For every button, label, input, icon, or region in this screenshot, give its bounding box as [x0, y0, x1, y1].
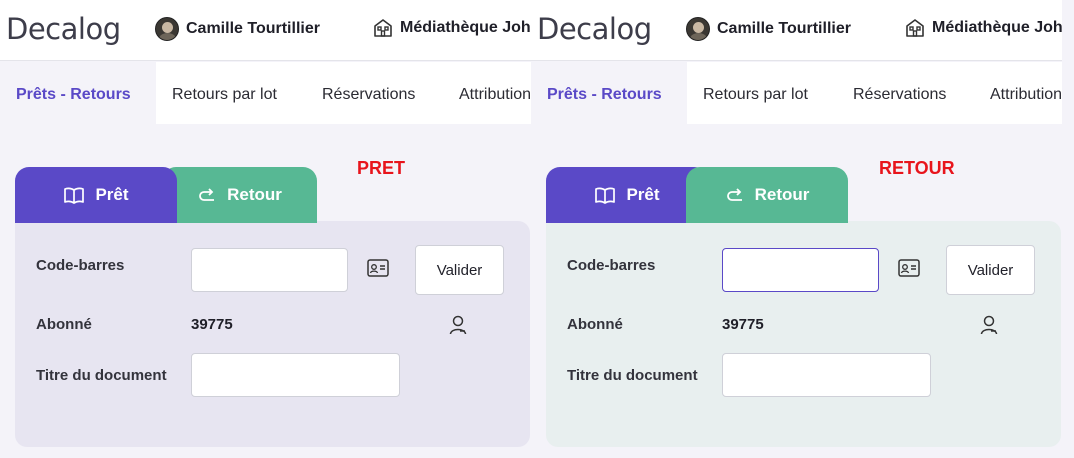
user-name: Camille Tourtillier [186, 20, 320, 37]
return-arrow-icon [199, 188, 215, 201]
return-form: Code-barres Valider Abonné 39775 Titre d… [546, 221, 1061, 447]
barcode-label: Code-barres [567, 257, 656, 274]
tab-retour-label: Retour [754, 185, 810, 204]
top-header: Decalog Camille Tourtillier Médiathèque … [531, 0, 1062, 61]
return-arrow-icon [726, 188, 742, 201]
retour-panel: Decalog Camille Tourtillier Médiathèque … [531, 0, 1062, 458]
library-building-icon [374, 19, 392, 37]
user-icon[interactable] [448, 314, 468, 336]
user-icon[interactable] [979, 314, 999, 336]
library-name: Médiathèque Johnny [932, 19, 1062, 36]
loan-form: Code-barres Valider Abonné 39775 Titre d… [15, 221, 530, 447]
validate-button[interactable]: Valider [946, 245, 1035, 295]
subscriber-value: 39775 [191, 316, 233, 333]
tab-retour[interactable]: Retour [162, 167, 317, 223]
decalog-logo[interactable]: Decalog [537, 12, 652, 46]
barcode-label: Code-barres [36, 257, 125, 274]
tab-reservations[interactable]: Réservations [853, 62, 946, 124]
user-menu[interactable]: Camille Tourtillier [155, 16, 320, 42]
document-title-label: Titre du document [567, 367, 698, 384]
main-nav: Prêts - Retours Retours par lot Réservat… [0, 62, 531, 124]
mode-annotation: PRET [357, 158, 406, 178]
tab-prets-retours[interactable]: Prêts - Retours [0, 62, 147, 124]
main-nav: Prêts - Retours Retours par lot Réservat… [531, 62, 1062, 124]
id-card-icon[interactable] [367, 259, 389, 277]
document-title-label: Titre du document [36, 367, 167, 384]
barcode-input[interactable] [722, 248, 879, 292]
top-header: Decalog Camille Tourtillier Médiathèque … [0, 0, 531, 61]
tab-reservations[interactable]: Réservations [322, 62, 415, 124]
tab-pret[interactable]: Prêt [546, 167, 708, 223]
avatar [686, 17, 710, 41]
tab-retours-par-lot[interactable]: Retours par lot [703, 62, 808, 124]
avatar [155, 17, 179, 41]
tab-retour[interactable]: Retour [686, 167, 848, 223]
user-name: Camille Tourtillier [717, 20, 851, 37]
user-menu[interactable]: Camille Tourtillier [686, 16, 851, 42]
tab-retours-par-lot[interactable]: Retours par lot [172, 62, 277, 124]
book-icon [595, 187, 616, 204]
tab-prets-retours[interactable]: Prêts - Retours [531, 62, 678, 124]
tab-retour-label: Retour [227, 185, 282, 204]
book-icon [64, 187, 85, 204]
tab-pret-label: Prêt [95, 185, 129, 204]
document-title-input[interactable] [191, 353, 400, 397]
decalog-logo[interactable]: Decalog [6, 12, 121, 46]
library-selector[interactable]: Médiathèque Johnny [373, 18, 531, 38]
barcode-input[interactable] [191, 248, 348, 292]
validate-button[interactable]: Valider [415, 245, 504, 295]
id-card-icon[interactable] [898, 259, 920, 277]
library-name: Médiathèque Johnny [400, 19, 531, 36]
tab-pret[interactable]: Prêt [15, 167, 177, 223]
library-building-icon [906, 19, 924, 37]
tab-attribution[interactable]: Attribution [990, 62, 1062, 124]
tab-attribution[interactable]: Attribution [459, 62, 531, 124]
tab-pret-label: Prêt [626, 185, 660, 204]
subscriber-label: Abonné [36, 316, 92, 333]
pret-panel: Decalog Camille Tourtillier Médiathèque … [0, 0, 531, 458]
mode-annotation: RETOUR [879, 158, 955, 178]
subscriber-label: Abonné [567, 316, 623, 333]
document-title-input[interactable] [722, 353, 931, 397]
subscriber-value: 39775 [722, 316, 764, 333]
library-selector[interactable]: Médiathèque Johnny [905, 18, 1062, 38]
